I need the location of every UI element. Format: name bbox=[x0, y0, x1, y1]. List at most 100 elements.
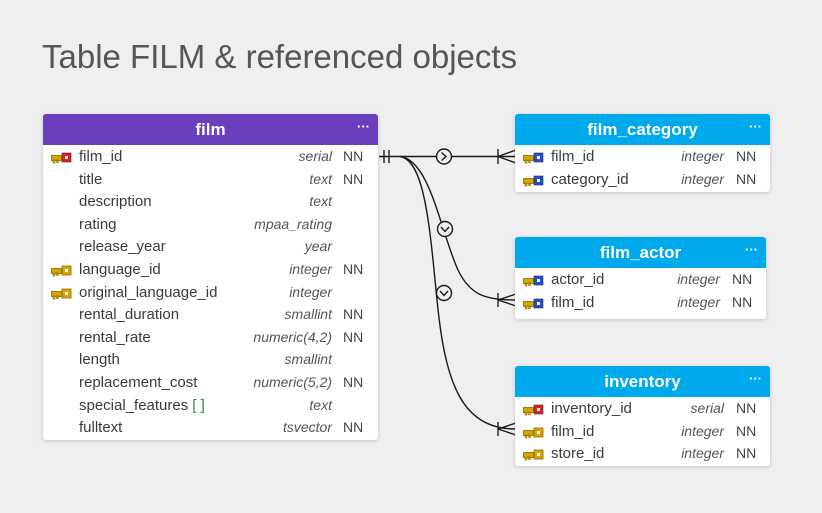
column-type: text bbox=[309, 396, 332, 413]
column-list: actor_id integer NN film_id integer NN bbox=[515, 268, 766, 314]
column-name: original_language_id bbox=[79, 284, 217, 301]
column-name-text: inventory_id bbox=[551, 400, 632, 417]
table-name: film_category bbox=[587, 120, 698, 139]
column-name: category_id bbox=[551, 171, 629, 188]
not-null-flag: NN bbox=[736, 445, 757, 462]
not-null-flag: NN bbox=[343, 419, 364, 436]
column-row[interactable]: special_features[ ] text bbox=[43, 395, 378, 418]
column-name: fulltext bbox=[79, 419, 122, 436]
column-name: rental_duration bbox=[79, 306, 179, 323]
table-header[interactable]: film_actor ··· bbox=[515, 237, 766, 268]
column-name-text: actor_id bbox=[551, 271, 605, 288]
column-name-text: rating bbox=[79, 215, 117, 233]
column-row[interactable]: film_id integer NN bbox=[515, 146, 770, 169]
column-name: title bbox=[79, 171, 102, 188]
table-film-category[interactable]: film_category ··· film_id integer NN catego… bbox=[515, 114, 770, 192]
table-inventory[interactable]: inventory ··· inventory_id serial NN film_i… bbox=[515, 366, 770, 466]
column-name: actor_id bbox=[551, 271, 604, 288]
column-row[interactable]: store_id integer NN bbox=[515, 443, 770, 466]
column-row[interactable]: film_id integer NN bbox=[515, 292, 766, 315]
column-name-text: category_id bbox=[551, 170, 629, 188]
column-list: film_id serial NN title text NN description tex… bbox=[43, 145, 378, 440]
column-row[interactable]: inventory_id serial NN bbox=[515, 398, 770, 421]
column-name-text: description bbox=[79, 193, 152, 211]
column-row[interactable]: rating mpaa_rating bbox=[43, 214, 378, 237]
column-type: numeric(4,2) bbox=[253, 328, 332, 345]
column-type: integer bbox=[681, 148, 724, 164]
column-name: language_id bbox=[79, 261, 161, 278]
column-name-text: film_id bbox=[551, 422, 595, 440]
column-row[interactable]: original_language_id integer bbox=[43, 282, 378, 305]
column-row[interactable]: rental_rate numeric(4,2) NN bbox=[43, 327, 378, 350]
column-type: integer bbox=[681, 170, 724, 187]
column-type: integer bbox=[681, 422, 724, 439]
column-row[interactable]: length smallint bbox=[43, 349, 378, 372]
column-row[interactable]: release_year year bbox=[43, 236, 378, 259]
column-row[interactable]: language_id integer NN bbox=[43, 259, 378, 282]
column-name: release_year bbox=[79, 238, 166, 255]
relation-film-actor[interactable] bbox=[399, 155, 517, 301]
column-row[interactable]: description text bbox=[43, 191, 378, 214]
column-row[interactable]: title text NN bbox=[43, 169, 378, 192]
column-name-text: release_year bbox=[79, 238, 166, 256]
column-name-text: replacement_cost bbox=[79, 373, 198, 391]
primary-key-icon bbox=[51, 151, 73, 164]
primary-foreign-key-icon bbox=[523, 274, 545, 287]
direction-marker bbox=[436, 220, 454, 238]
column-type: integer bbox=[677, 271, 720, 287]
column-list: film_id integer NN category_id integer NN bbox=[515, 145, 770, 191]
column-row[interactable]: film_id integer NN bbox=[515, 421, 770, 444]
column-row[interactable]: replacement_cost numeric(5,2) NN bbox=[43, 372, 378, 395]
foreign-key-icon bbox=[51, 287, 73, 299]
column-row[interactable]: actor_id integer NN bbox=[515, 269, 766, 292]
column-row[interactable]: category_id integer NN bbox=[515, 169, 770, 192]
column-row[interactable]: rental_duration smallint NN bbox=[43, 304, 378, 327]
not-null-flag: NN bbox=[736, 400, 757, 416]
column-name-text: original_language_id bbox=[79, 283, 218, 301]
not-null-flag: NN bbox=[732, 293, 753, 310]
more-icon[interactable]: ··· bbox=[745, 237, 758, 263]
primary-key-icon bbox=[523, 403, 545, 416]
not-null-flag: NN bbox=[343, 373, 364, 390]
column-name-text: rental_rate bbox=[79, 328, 151, 346]
table-header[interactable]: film_category ··· bbox=[515, 114, 770, 145]
table-name: film_actor bbox=[599, 243, 682, 262]
column-name: special_features[ ] bbox=[79, 397, 205, 414]
column-name-text: language_id bbox=[79, 260, 161, 278]
column-list: inventory_id serial NN film_id integer NN stor… bbox=[515, 397, 770, 466]
foreign-key-icon bbox=[51, 264, 73, 277]
not-null-flag: NN bbox=[732, 271, 753, 287]
column-type: smallint bbox=[284, 306, 332, 323]
not-null-flag: NN bbox=[343, 170, 364, 187]
column-type: numeric(5,2) bbox=[253, 373, 332, 390]
primary-foreign-key-icon bbox=[523, 174, 545, 186]
more-icon[interactable]: ··· bbox=[749, 366, 762, 392]
column-type: integer bbox=[289, 260, 332, 277]
column-type: tsvector bbox=[282, 419, 332, 436]
direction-marker bbox=[435, 284, 453, 302]
column-name: length bbox=[79, 351, 120, 368]
column-row[interactable]: fulltext tsvector NN bbox=[43, 417, 378, 440]
more-icon[interactable]: ··· bbox=[357, 114, 370, 140]
not-null-flag: NN bbox=[736, 170, 757, 187]
column-type: year bbox=[304, 238, 332, 255]
column-row[interactable]: film_id serial NN bbox=[43, 146, 378, 169]
not-null-flag: NN bbox=[343, 148, 364, 164]
column-name: rating bbox=[79, 216, 117, 233]
table-header[interactable]: film ··· bbox=[43, 114, 378, 145]
table-film[interactable]: film ··· film_id serial NN title text NN descr… bbox=[43, 114, 378, 440]
column-type: serial bbox=[298, 148, 332, 164]
column-name-text: film_id bbox=[551, 293, 595, 311]
column-type: serial bbox=[690, 400, 724, 416]
table-header[interactable]: inventory ··· bbox=[515, 366, 770, 397]
foreign-key-icon bbox=[523, 426, 545, 438]
table-film-actor[interactable]: film_actor ··· actor_id integer NN film_id i… bbox=[515, 237, 766, 319]
column-name: replacement_cost bbox=[79, 374, 197, 391]
column-name-text: fulltext bbox=[79, 419, 123, 437]
column-type: integer bbox=[289, 283, 332, 300]
column-type: integer bbox=[677, 293, 720, 310]
array-marker: [ ] bbox=[192, 396, 205, 414]
more-icon[interactable]: ··· bbox=[749, 114, 762, 140]
relation-inventory[interactable] bbox=[399, 155, 517, 430]
column-name-text: special_features bbox=[79, 396, 189, 414]
